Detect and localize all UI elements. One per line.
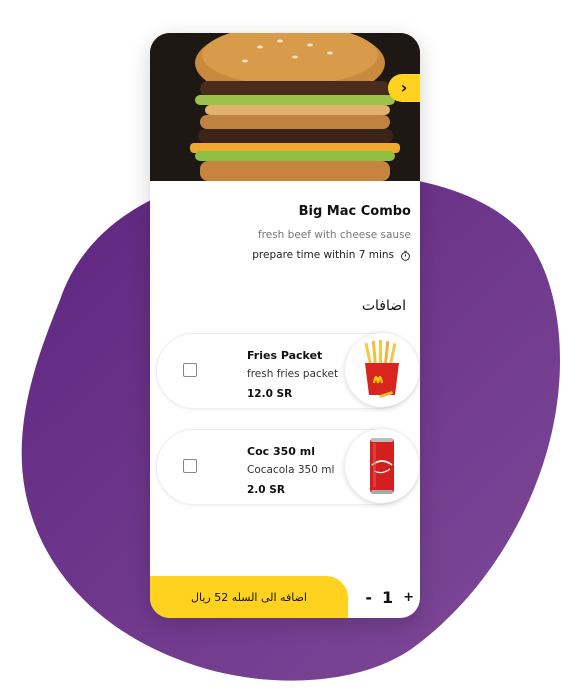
addon-name: Coc 350 ml [247, 445, 316, 458]
product-screen: › Big Mac Combo fresh beef with cheese s… [150, 33, 420, 618]
product-title: Big Mac Combo [298, 204, 411, 219]
addon-price: 2.0 SR [247, 484, 285, 496]
fries-icon [345, 333, 419, 407]
addon-checkbox[interactable] [183, 363, 197, 377]
increase-quantity-button[interactable]: + [403, 590, 414, 605]
cart-footer: اضافه الى السله 52 ريال - 1 + [150, 576, 420, 618]
addon-description: fresh fries packet [247, 368, 339, 380]
addon-name: Fries Packet [247, 349, 323, 362]
addon-item-cola[interactable]: Coc 350 ml Cocacola 350 ml 2.0 SR [156, 429, 419, 505]
addon-checkbox[interactable] [183, 459, 197, 473]
product-image: › [150, 33, 420, 181]
prepare-time: prepare time within 7 mins [252, 249, 411, 261]
next-button[interactable]: › [388, 74, 420, 102]
cola-can-icon [345, 429, 419, 503]
addon-price: 12.0 SR [247, 388, 293, 400]
addons-title: اضافات [361, 298, 406, 314]
stopwatch-icon [401, 250, 410, 261]
prepare-time-label: prepare time within 7 mins [252, 249, 394, 261]
addon-description: Cocacola 350 ml [247, 464, 335, 476]
decrease-quantity-button[interactable]: - [365, 588, 372, 607]
addon-item-fries[interactable]: Fries Packet fresh fries packet 12.0 SR [156, 333, 419, 409]
quantity-stepper: - 1 + [365, 576, 414, 618]
product-description: fresh beef with cheese sause [257, 229, 411, 241]
chevron-right-icon: › [400, 78, 408, 97]
quantity-value: 1 [381, 587, 394, 607]
add-to-cart-button[interactable]: اضافه الى السله 52 ريال [150, 576, 348, 618]
